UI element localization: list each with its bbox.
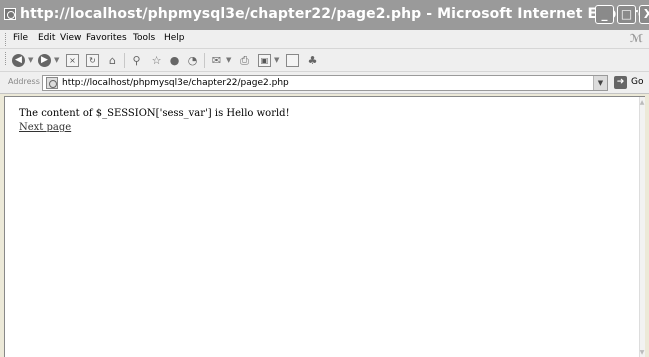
home-icon[interactable]: ⌂ (106, 54, 119, 67)
toolbar-separator (124, 53, 125, 68)
go-button[interactable]: Go (631, 77, 643, 87)
scroll-down-icon[interactable]: ▼ (639, 349, 645, 356)
address-bar: Address http://localhost/phpmysql3e/chap… (0, 72, 649, 94)
browser-window: http://localhost/phpmysql3e/chapter22/pa… (0, 0, 649, 357)
menu-bar: File Edit View Favorites Tools Help ℳ (0, 30, 649, 49)
menu-view[interactable]: View (60, 33, 81, 43)
back-icon[interactable]: ◀ (12, 54, 25, 67)
maximize-button[interactable]: □ (617, 5, 636, 24)
print-icon[interactable]: ⎙ (238, 54, 251, 67)
session-message: The content of $_SESSION['sess_var'] is … (19, 108, 290, 119)
menu-favorites[interactable]: Favorites (86, 33, 127, 43)
mail-icon[interactable]: ✉ (210, 54, 223, 67)
page-icon (46, 77, 58, 89)
ie-page-icon (4, 8, 16, 20)
page-content: The content of $_SESSION['sess_var'] is … (4, 96, 645, 357)
stop-icon[interactable]: × (66, 54, 79, 67)
edit-icon[interactable]: ▣ (258, 54, 271, 67)
minimize-button[interactable]: _ (595, 5, 614, 24)
close-button[interactable]: X (639, 5, 649, 24)
menu-grip (5, 33, 7, 46)
address-label: Address (8, 77, 40, 86)
address-url[interactable]: http://localhost/phpmysql3e/chapter22/pa… (62, 78, 289, 88)
discuss-icon[interactable] (286, 54, 299, 67)
toolbar-separator (204, 53, 205, 68)
refresh-icon[interactable]: ↻ (86, 54, 99, 67)
menu-help[interactable]: Help (164, 33, 185, 43)
address-input[interactable]: http://localhost/phpmysql3e/chapter22/pa… (42, 75, 608, 91)
menu-file[interactable]: File (13, 33, 28, 43)
scroll-up-icon[interactable]: ▲ (639, 99, 645, 106)
mail-dropdown-icon[interactable]: ▼ (226, 56, 231, 64)
media-icon[interactable]: ● (168, 54, 181, 67)
menu-tools[interactable]: Tools (133, 33, 155, 43)
messenger-icon[interactable]: ♣ (306, 54, 319, 67)
vertical-scrollbar[interactable]: ▲ ▼ (639, 97, 645, 357)
toolbar: ◀ ▼ ▶ ▼ × ↻ ⌂ ⚲ ☆ ● ◔ ✉ ▼ ⎙ ▣ ▼ ♣ (0, 49, 649, 72)
favorites-icon[interactable]: ☆ (150, 54, 163, 67)
toolbar-grip (5, 52, 7, 65)
history-icon[interactable]: ◔ (186, 54, 199, 67)
forward-dropdown-icon[interactable]: ▼ (54, 56, 59, 64)
back-dropdown-icon[interactable]: ▼ (28, 56, 33, 64)
title-bar: http://localhost/phpmysql3e/chapter22/pa… (0, 0, 649, 30)
menu-edit[interactable]: Edit (38, 33, 55, 43)
go-arrow-icon[interactable]: ➜ (614, 76, 627, 89)
windows-logo-icon: ℳ (630, 32, 644, 45)
address-dropdown-icon[interactable]: ▼ (593, 76, 607, 90)
search-icon[interactable]: ⚲ (130, 54, 143, 67)
next-page-link[interactable]: Next page (19, 122, 71, 133)
window-title: http://localhost/phpmysql3e/chapter22/pa… (20, 6, 649, 22)
edit-dropdown-icon[interactable]: ▼ (274, 56, 279, 64)
forward-icon[interactable]: ▶ (38, 54, 51, 67)
